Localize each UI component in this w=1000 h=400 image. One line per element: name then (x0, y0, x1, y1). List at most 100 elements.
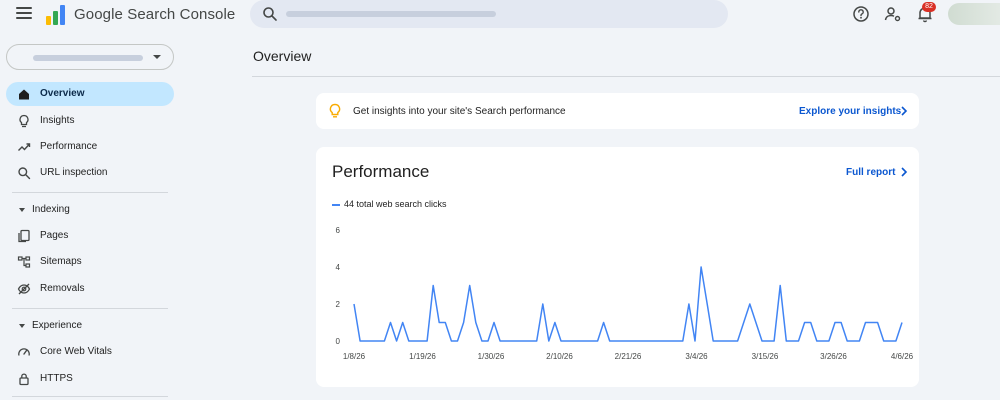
data-point[interactable] (363, 338, 369, 344)
data-point[interactable] (540, 301, 546, 307)
data-point[interactable] (716, 338, 722, 344)
data-point[interactable] (722, 338, 728, 344)
data-point[interactable] (442, 320, 448, 326)
data-point[interactable] (351, 301, 357, 307)
data-point[interactable] (692, 338, 698, 344)
data-point[interactable] (394, 338, 400, 344)
data-point[interactable] (863, 320, 869, 326)
data-point[interactable] (473, 320, 479, 326)
data-point[interactable] (729, 338, 735, 344)
data-point[interactable] (814, 338, 820, 344)
data-point[interactable] (832, 320, 838, 326)
sidebar-item-core-web-vitals[interactable]: Core Web Vitals (6, 340, 174, 364)
search-bar[interactable] (250, 0, 728, 28)
data-point[interactable] (448, 338, 454, 344)
full-report-link[interactable]: Full report (846, 167, 895, 178)
sidebar-item-insights[interactable]: Insights (6, 109, 174, 133)
data-point[interactable] (406, 338, 412, 344)
sidebar-item-pages[interactable]: Pages (6, 224, 174, 248)
data-point[interactable] (875, 320, 881, 326)
data-point[interactable] (759, 338, 765, 344)
data-point[interactable] (601, 320, 607, 326)
data-point[interactable] (753, 320, 759, 326)
data-point[interactable] (765, 338, 771, 344)
data-point[interactable] (704, 301, 710, 307)
data-point[interactable] (576, 338, 582, 344)
data-point[interactable] (698, 264, 704, 270)
data-point[interactable] (357, 338, 363, 344)
data-point[interactable] (497, 338, 503, 344)
data-point[interactable] (662, 338, 668, 344)
data-point[interactable] (528, 338, 534, 344)
data-point[interactable] (674, 338, 680, 344)
data-point[interactable] (680, 338, 686, 344)
data-point[interactable] (808, 320, 814, 326)
data-point[interactable] (771, 338, 777, 344)
data-point[interactable] (625, 338, 631, 344)
clicks-line-chart[interactable]: 0 2 4 6 1/8/26 1/19/26 1/30/26 2/10/26 2/21/26 3/… (326, 225, 916, 365)
data-point[interactable] (485, 338, 491, 344)
data-point[interactable] (515, 338, 521, 344)
sidebar-section-indexing[interactable]: Indexing (6, 200, 174, 220)
data-point[interactable] (479, 338, 485, 344)
account-settings-icon[interactable] (884, 5, 902, 23)
data-point[interactable] (558, 338, 564, 344)
data-point[interactable] (838, 320, 844, 326)
data-point[interactable] (418, 338, 424, 344)
data-point[interactable] (564, 338, 570, 344)
data-point[interactable] (869, 320, 875, 326)
data-point[interactable] (796, 338, 802, 344)
data-point[interactable] (844, 338, 850, 344)
data-point[interactable] (369, 338, 375, 344)
explore-insights-link[interactable]: Explore your insights (799, 106, 901, 117)
data-point[interactable] (619, 338, 625, 344)
data-point[interactable] (400, 320, 406, 326)
data-point[interactable] (589, 338, 595, 344)
data-point[interactable] (546, 338, 552, 344)
data-point[interactable] (607, 338, 613, 344)
data-point[interactable] (649, 338, 655, 344)
data-point[interactable] (887, 338, 893, 344)
data-point[interactable] (509, 338, 515, 344)
data-point[interactable] (436, 320, 442, 326)
data-point[interactable] (467, 283, 473, 289)
data-point[interactable] (802, 320, 808, 326)
data-point[interactable] (503, 338, 509, 344)
data-point[interactable] (412, 338, 418, 344)
data-point[interactable] (741, 320, 747, 326)
data-point[interactable] (856, 338, 862, 344)
data-point[interactable] (637, 338, 643, 344)
data-point[interactable] (522, 338, 528, 344)
data-point[interactable] (534, 338, 540, 344)
data-point[interactable] (375, 338, 381, 344)
data-point[interactable] (570, 338, 576, 344)
data-point[interactable] (789, 338, 795, 344)
data-point[interactable] (668, 338, 674, 344)
sidebar-item-removals[interactable]: Removals (6, 277, 174, 301)
data-point[interactable] (899, 320, 905, 326)
chevron-right-icon[interactable] (900, 167, 908, 177)
data-point[interactable] (388, 320, 394, 326)
data-point[interactable] (424, 338, 430, 344)
data-point[interactable] (881, 338, 887, 344)
data-point[interactable] (777, 283, 783, 289)
data-point[interactable] (643, 338, 649, 344)
avatar[interactable] (948, 3, 1000, 25)
sidebar-item-sitemaps[interactable]: Sitemaps (6, 250, 174, 274)
data-point[interactable] (491, 320, 497, 326)
sidebar-section-experience[interactable]: Experience (6, 316, 174, 336)
data-point[interactable] (783, 338, 789, 344)
hamburger-menu-icon[interactable] (16, 7, 32, 21)
sidebar-item-performance[interactable]: Performance (6, 135, 174, 159)
data-point[interactable] (430, 283, 436, 289)
data-point[interactable] (686, 301, 692, 307)
data-point[interactable] (582, 338, 588, 344)
data-point[interactable] (735, 338, 741, 344)
data-point[interactable] (893, 338, 899, 344)
sidebar-item-url-inspection[interactable]: URL inspection (6, 161, 174, 185)
data-point[interactable] (655, 338, 661, 344)
data-point[interactable] (820, 338, 826, 344)
chevron-right-icon[interactable] (900, 106, 908, 116)
data-point[interactable] (850, 338, 856, 344)
data-point[interactable] (552, 320, 558, 326)
